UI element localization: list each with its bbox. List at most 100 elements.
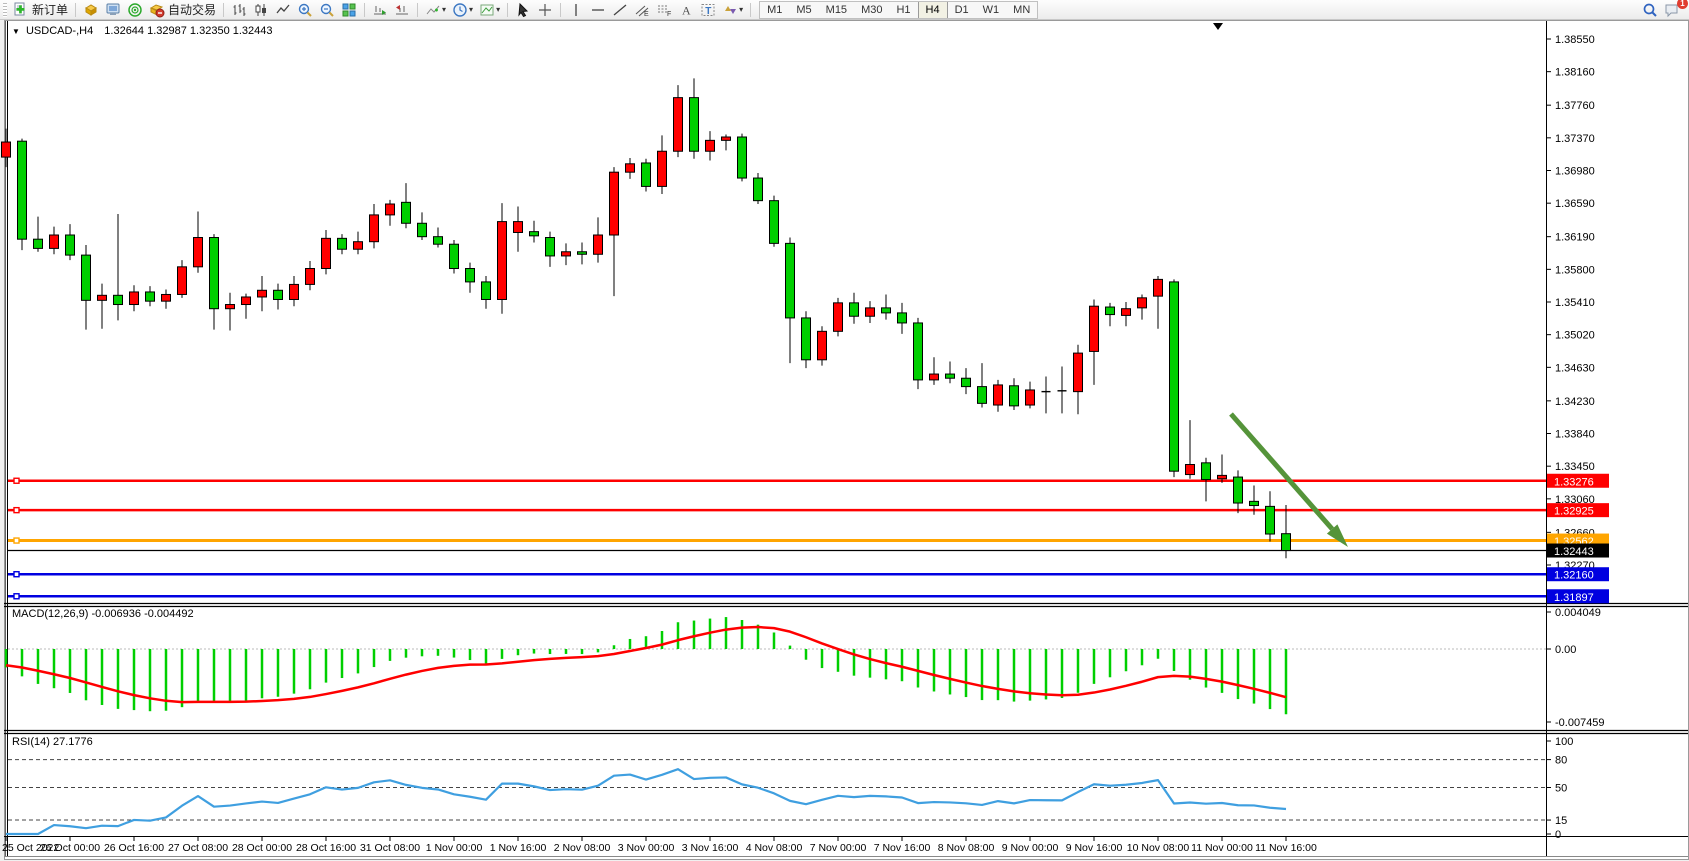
mt4-window: 新订单 自动交易 ▾ ▾ ▾ E F A T ▾	[0, 0, 1689, 861]
horizontal-line-tool-button[interactable]	[587, 1, 609, 18]
new-order-button[interactable]: 新订单	[10, 1, 71, 18]
crosshair-icon	[537, 2, 553, 18]
zoom-out-button[interactable]	[316, 1, 338, 18]
price-axis-label: 1.34630	[1555, 362, 1595, 374]
macd-axis-label: 0.00	[1555, 644, 1576, 656]
svg-text:T: T	[705, 6, 711, 17]
auto-scroll-button[interactable]	[369, 1, 391, 18]
timeframe-button-h4[interactable]: H4	[918, 2, 948, 18]
line-chart-icon	[275, 2, 291, 18]
trendline-icon	[612, 2, 628, 18]
terminal-button[interactable]	[102, 1, 124, 18]
chart-title[interactable]: ▼ USDCAD-,H4 1.32644 1.32987 1.32350 1.3…	[12, 25, 273, 37]
macd-indicator-label: MACD(12,26,9) -0.006936 -0.004492	[12, 608, 194, 620]
time-axis-label: 4 Nov 08:00	[746, 842, 803, 854]
separator	[364, 3, 365, 17]
autotrade-icon	[149, 2, 165, 18]
chart-dropdown-icon[interactable]: ▼	[12, 27, 20, 36]
price-chart-canvas[interactable]: 1.385501.381601.377601.373701.369801.365…	[0, 0, 1689, 861]
time-axis-label: 7 Nov 16:00	[874, 842, 931, 854]
autotrade-label: 自动交易	[168, 1, 216, 18]
tile-windows-button[interactable]	[338, 1, 360, 18]
indicators-button[interactable]: ▾	[422, 1, 449, 18]
time-axis-label: 11 Nov 00:00	[1191, 842, 1253, 854]
price-axis-label: 1.36590	[1555, 198, 1595, 210]
timeframe-button-m1[interactable]: M1	[760, 2, 789, 18]
macd-axis-label: -0.007459	[1555, 717, 1605, 729]
price-axis-label: 1.33840	[1555, 429, 1595, 441]
rsi-axis-label: 15	[1555, 815, 1567, 827]
time-axis-label: 9 Nov 16:00	[1066, 842, 1123, 854]
fibonacci-icon: F	[656, 2, 672, 18]
separator	[417, 3, 418, 17]
market-watch-button[interactable]	[80, 1, 102, 18]
macd-axis-label: 0.004049	[1555, 607, 1601, 619]
candlestick-mode-button[interactable]	[250, 1, 272, 18]
price-axis-label: 1.37370	[1555, 133, 1595, 145]
vertical-line-tool-button[interactable]	[565, 1, 587, 18]
timeframe-button-m30[interactable]: M30	[854, 2, 889, 18]
time-axis-label: 26 Oct 16:00	[104, 842, 164, 854]
time-axis-label: 1 Nov 16:00	[490, 842, 547, 854]
price-badge-label: 1.32925	[1554, 506, 1594, 518]
svg-text:A: A	[682, 3, 691, 17]
vertical-line-icon	[568, 2, 584, 18]
timeframe-button-m15[interactable]: M15	[819, 2, 854, 18]
price-axis-label: 1.35410	[1555, 297, 1595, 309]
price-badge-label: 1.32160	[1554, 570, 1594, 582]
separator	[507, 3, 508, 17]
time-axis-label: 28 Oct 16:00	[296, 842, 356, 854]
timeframe-button-w1[interactable]: W1	[976, 2, 1007, 18]
arrows-icon	[722, 2, 738, 18]
search-button[interactable]	[1639, 1, 1661, 18]
text-label-tool-button[interactable]: T	[697, 1, 719, 18]
trendline-tool-button[interactable]	[609, 1, 631, 18]
chart-area[interactable]: 1.385501.381601.377601.373701.369801.365…	[0, 0, 1689, 861]
text-tool-button[interactable]: A	[675, 1, 697, 18]
chart-shift-button[interactable]	[391, 1, 413, 18]
cursor-tool-button[interactable]	[512, 1, 534, 18]
cursor-icon	[515, 2, 531, 18]
toolbar-grip[interactable]	[3, 3, 7, 17]
time-axis-label: 2 Nov 08:00	[554, 842, 611, 854]
time-axis-label: 7 Nov 00:00	[810, 842, 867, 854]
time-axis-label: 9 Nov 00:00	[1002, 842, 1059, 854]
zoom-out-icon	[319, 2, 335, 18]
price-badge-label: 1.31897	[1554, 592, 1594, 604]
time-axis-label: 27 Oct 08:00	[168, 842, 228, 854]
shapes-tool-button[interactable]: ▾	[719, 1, 746, 18]
timeframe-button-m5[interactable]: M5	[789, 2, 818, 18]
signal-button[interactable]	[124, 1, 146, 18]
horizontal-line-icon	[590, 2, 606, 18]
timeframe-group: M1M5M15M30H1H4D1W1MN	[759, 1, 1038, 19]
zoom-in-button[interactable]	[294, 1, 316, 18]
new-order-label: 新订单	[32, 1, 68, 18]
templates-button[interactable]: ▾	[476, 1, 503, 18]
crosshair-tool-button[interactable]	[534, 1, 556, 18]
price-axis-label: 1.34230	[1555, 396, 1595, 408]
time-axis-label: 3 Nov 16:00	[682, 842, 739, 854]
tile-windows-icon	[341, 2, 357, 18]
signal-icon	[127, 2, 143, 18]
rsi-axis-label: 80	[1555, 755, 1567, 767]
timeframe-button-d1[interactable]: D1	[948, 2, 976, 18]
chevron-down-icon: ▾	[469, 5, 473, 14]
periods-button[interactable]: ▾	[449, 1, 476, 18]
fibonacci-tool-button[interactable]: F	[653, 1, 675, 18]
time-axis-label: 8 Nov 08:00	[938, 842, 995, 854]
gold-cube-icon	[83, 2, 99, 18]
chevron-down-icon: ▾	[442, 5, 446, 14]
timeframe-button-mn[interactable]: MN	[1006, 2, 1037, 18]
separator	[560, 3, 561, 17]
autotrade-button[interactable]: 自动交易	[146, 1, 219, 18]
timeframe-button-h1[interactable]: H1	[889, 2, 917, 18]
notifications-button[interactable]: 1	[1661, 1, 1683, 18]
separator	[223, 3, 224, 17]
price-badge-label: 1.32443	[1554, 546, 1594, 558]
channel-tool-button[interactable]: E	[631, 1, 653, 18]
text-icon: A	[678, 2, 694, 18]
bar-chart-mode-button[interactable]	[228, 1, 250, 18]
bar-chart-icon	[231, 2, 247, 18]
time-axis-label: 11 Nov 16:00	[1255, 842, 1317, 854]
line-chart-mode-button[interactable]	[272, 1, 294, 18]
